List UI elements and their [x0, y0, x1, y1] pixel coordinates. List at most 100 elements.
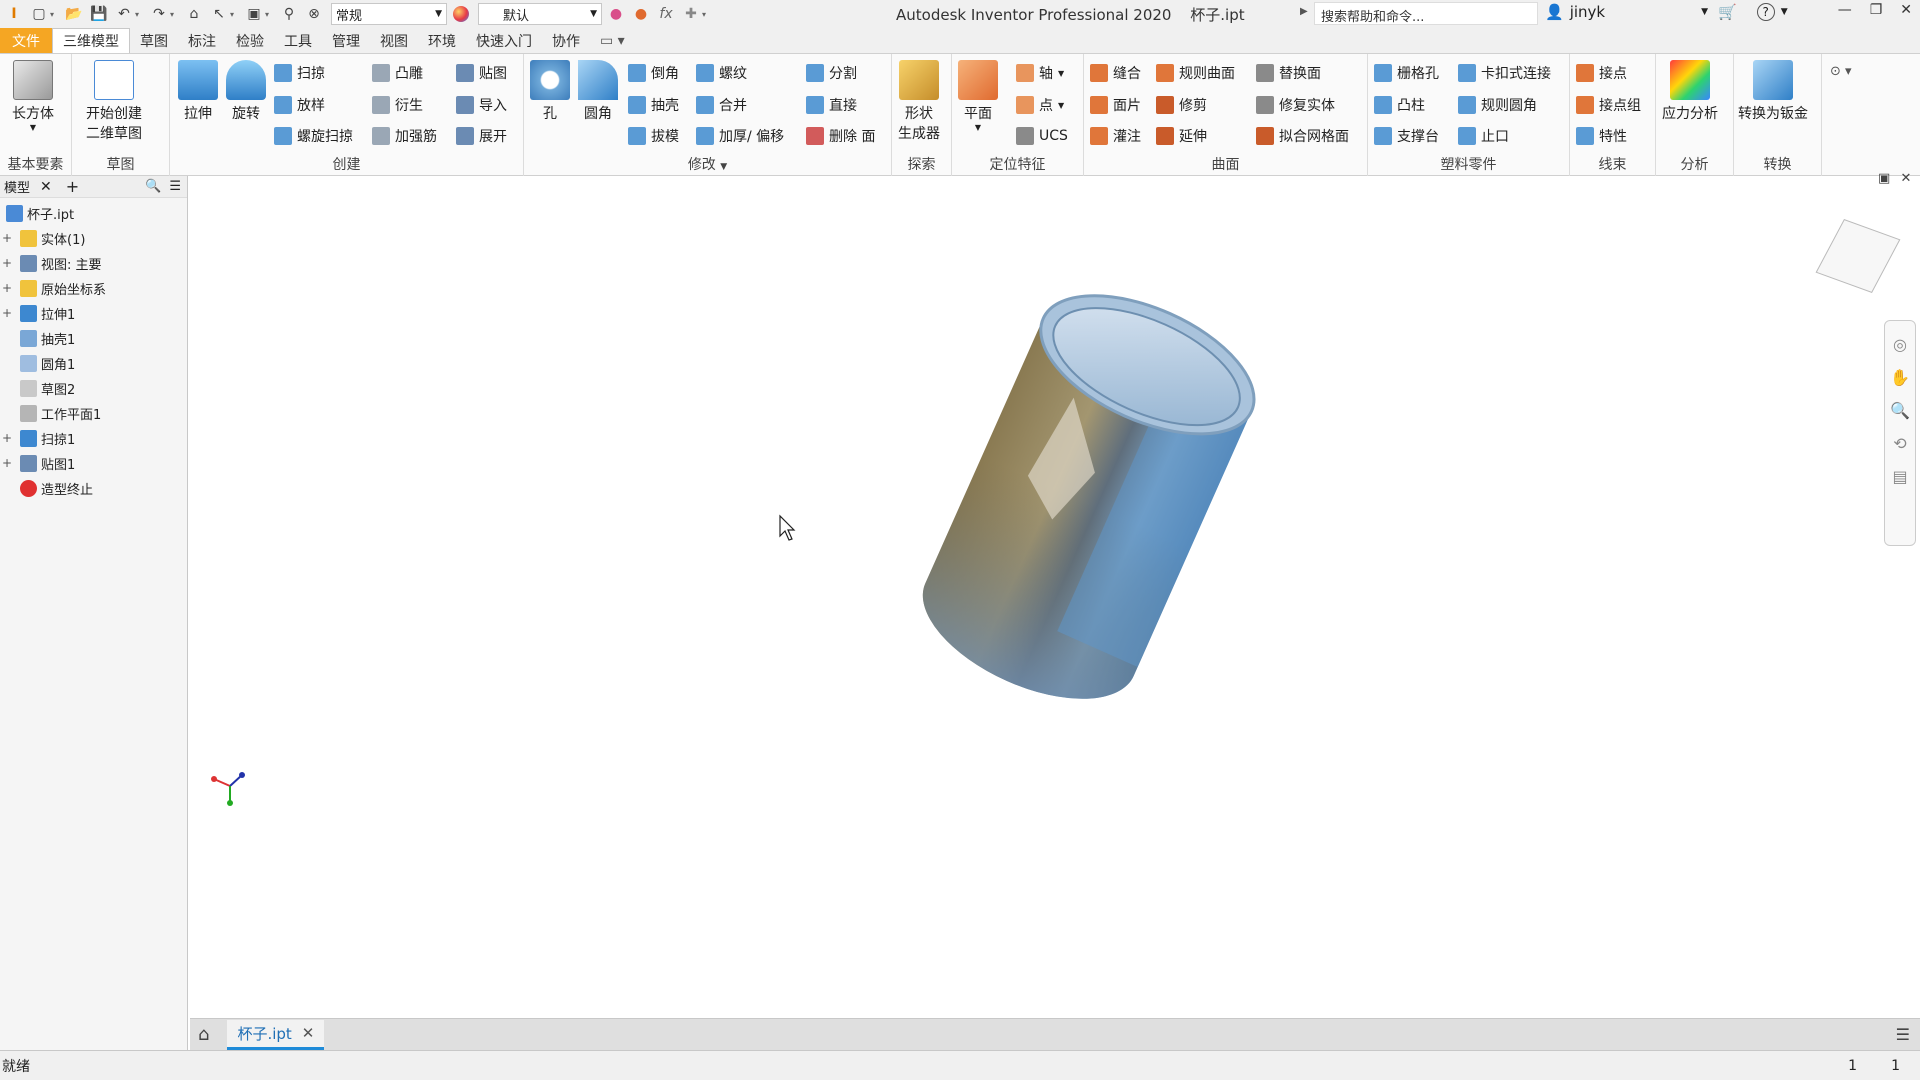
orbit-icon[interactable]: ⟲ — [1893, 434, 1906, 453]
tab-3d-model[interactable]: 三维模型 — [52, 28, 130, 53]
menu-icon[interactable]: ☰ — [1896, 1025, 1910, 1044]
close-icon[interactable]: ✕ — [302, 1024, 315, 1042]
home-icon[interactable]: ⌂ — [183, 3, 205, 25]
update-dropdown-icon[interactable]: ▾ — [265, 10, 275, 19]
import-button[interactable]: 导入 — [456, 94, 507, 116]
save-icon[interactable]: 💾 — [88, 3, 110, 25]
rest-button[interactable]: 支撑台 — [1374, 125, 1439, 147]
browser-node[interactable]: 杯子.ipt — [0, 202, 74, 224]
redo-icon[interactable]: ↷ — [148, 3, 170, 25]
close-icon[interactable]: ✕ — [40, 179, 52, 195]
zoom-icon[interactable]: 🔍 — [1890, 401, 1910, 420]
extrude-button[interactable]: 拉伸 — [178, 60, 218, 123]
revolve-button[interactable]: 旋转 — [226, 60, 266, 123]
loft-button[interactable]: 放样 — [274, 94, 325, 116]
browser-node[interactable]: + 原始坐标系 — [0, 277, 106, 299]
browser-node[interactable]: + 扫掠1 — [0, 427, 75, 449]
axis-button[interactable]: 轴 ▼ — [1016, 62, 1064, 84]
document-tab[interactable]: 杯子.ipt ✕ — [227, 1019, 325, 1050]
tab-file[interactable]: 文件 — [0, 28, 52, 53]
browser-node[interactable]: 工作平面1 — [0, 402, 101, 424]
thread-button[interactable]: 螺纹 — [696, 62, 747, 84]
tab-sketch[interactable]: 草图 — [130, 28, 178, 53]
tab-collaborate[interactable]: 协作 — [542, 28, 590, 53]
new-dropdown-icon[interactable]: ▾ — [50, 10, 60, 19]
pan-icon[interactable]: ✋ — [1890, 368, 1910, 387]
browser-tab-model[interactable]: 模型 — [4, 177, 30, 196]
undo-icon[interactable]: ↶ — [113, 3, 135, 25]
tab-manage[interactable]: 管理 — [322, 28, 370, 53]
expand-icon[interactable]: + — [0, 256, 14, 270]
emboss-button[interactable]: 凸雕 — [372, 62, 423, 84]
add-icon[interactable]: ✚ — [680, 3, 702, 25]
sculpt-button[interactable]: 灌注 — [1090, 125, 1141, 147]
tab-annotate[interactable]: 标注 — [178, 28, 226, 53]
parameters-fx-icon[interactable]: fx — [655, 3, 677, 25]
browser-node[interactable]: 抽壳1 — [0, 327, 75, 349]
tab-environments[interactable]: 环境 — [418, 28, 466, 53]
menu-icon[interactable]: ☰ — [169, 179, 181, 194]
adjust-appearance-icon[interactable]: ● — [605, 3, 627, 25]
pin-group-button[interactable]: 接点组 — [1576, 94, 1641, 116]
trim-button[interactable]: 修剪 — [1156, 94, 1207, 116]
tab-tools[interactable]: 工具 — [274, 28, 322, 53]
material-icon[interactable]: ⊗ — [303, 3, 325, 25]
unfold-button[interactable]: 展开 — [456, 125, 507, 147]
help-icon[interactable]: ? — [1756, 3, 1775, 21]
rule-fillet-button[interactable]: 规则圆角 — [1458, 94, 1537, 116]
browser-node[interactable]: 草图2 — [0, 377, 75, 399]
delete-face-button[interactable]: 删除 面 — [806, 125, 875, 147]
open-icon[interactable]: 📂 — [63, 3, 85, 25]
update-icon[interactable]: ▣ — [243, 3, 265, 25]
restore-icon[interactable]: ❐ — [1870, 2, 1883, 18]
expand-icon[interactable]: + — [0, 281, 14, 295]
select-dropdown-icon[interactable]: ▾ — [230, 10, 240, 19]
ribbon-display-toggle[interactable]: ▭ ▾ — [590, 28, 635, 53]
customize-dropdown-icon[interactable]: ▾ — [702, 10, 712, 19]
cart-icon[interactable]: 🛒 — [1718, 3, 1737, 21]
search-icon[interactable]: 🔍 — [145, 179, 161, 194]
panel-title-modify[interactable]: 修改 ▼ — [524, 154, 891, 174]
sweep-button[interactable]: 扫掠 — [274, 62, 325, 84]
chamfer-button[interactable]: 倒角 — [628, 62, 679, 84]
rib-button[interactable]: 加强筋 — [372, 125, 437, 147]
lip-button[interactable]: 止口 — [1458, 125, 1509, 147]
repair-bodies-button[interactable]: 修复实体 — [1256, 94, 1335, 116]
decal-button[interactable]: 贴图 — [456, 62, 507, 84]
snap-fit-button[interactable]: 卡扣式连接 — [1458, 62, 1551, 84]
fit-mesh-face-button[interactable]: 拟合网格面 — [1256, 125, 1349, 147]
maximize-view-icon[interactable]: ▣ — [1878, 171, 1890, 186]
replace-face-button[interactable]: 替换面 — [1256, 62, 1321, 84]
close-view-icon[interactable]: ✕ — [1900, 171, 1911, 186]
help-search-input[interactable]: 搜索帮助和命令... — [1314, 2, 1538, 25]
combine-button[interactable]: 合并 — [696, 94, 747, 116]
thicken-button[interactable]: 加厚/ 偏移 — [696, 125, 784, 147]
start-2d-sketch-button[interactable]: 开始创建 二维草图 — [86, 60, 142, 143]
steering-wheel-icon[interactable]: ◎ — [1893, 335, 1907, 354]
expand-icon[interactable]: + — [0, 456, 14, 470]
convert-to-sheet-metal-button[interactable]: 转换为钣金 — [1738, 60, 1808, 123]
new-file-icon[interactable]: ▢ — [28, 3, 50, 25]
boss-button[interactable]: 凸柱 — [1374, 94, 1425, 116]
grill-button[interactable]: 栅格孔 — [1374, 62, 1439, 84]
tab-get-started[interactable]: 快速入门 — [466, 28, 542, 53]
ruled-surface-button[interactable]: 规则曲面 — [1156, 62, 1235, 84]
hole-button[interactable]: 孔 — [530, 60, 570, 123]
derive-button[interactable]: 衍生 — [372, 94, 423, 116]
direct-button[interactable]: 直接 — [806, 94, 857, 116]
tab-inspect[interactable]: 检验 — [226, 28, 274, 53]
measure-icon[interactable]: ⚲ — [278, 3, 300, 25]
expand-icon[interactable]: + — [0, 431, 14, 445]
browser-node[interactable]: 圆角1 — [0, 352, 75, 374]
browser-node[interactable]: 造型终止 — [0, 477, 93, 499]
expand-icon[interactable]: + — [0, 231, 14, 245]
stitch-button[interactable]: 缝合 — [1090, 62, 1141, 84]
ribbon-options-icon[interactable]: ⊙ ▾ — [1830, 64, 1852, 79]
select-icon[interactable]: ↖ — [208, 3, 230, 25]
tab-view[interactable]: 视图 — [370, 28, 418, 53]
graphics-viewport[interactable]: ▣ ✕ ◎ ✋ 🔍 ⟲ ▤ — [190, 171, 1920, 1018]
browser-node[interactable]: + 实体(1) — [0, 227, 85, 249]
undo-dropdown-icon[interactable]: ▾ — [135, 10, 145, 19]
browser-node[interactable]: + 贴图1 — [0, 452, 75, 474]
expand-arrow-icon[interactable]: ▶ — [1300, 6, 1308, 17]
